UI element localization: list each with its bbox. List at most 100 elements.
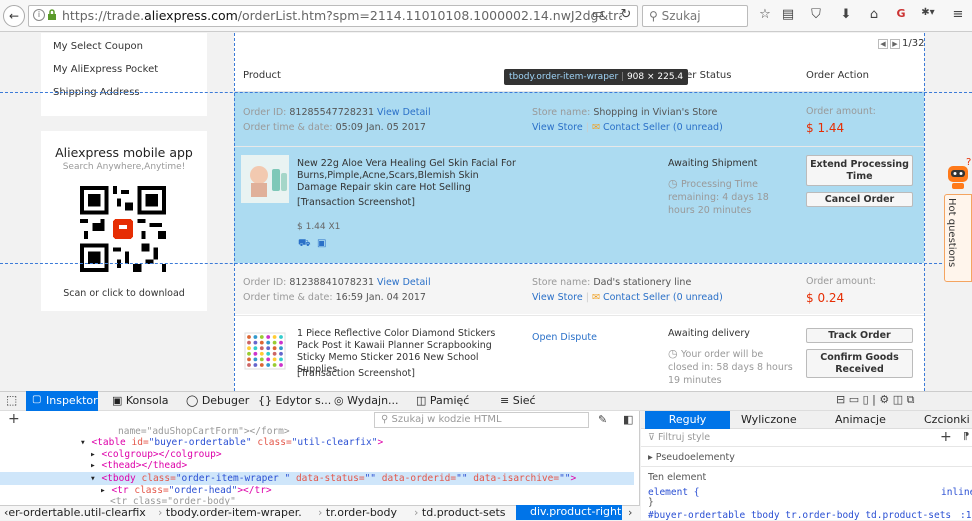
header-product: Product: [243, 70, 281, 81]
add-node-icon[interactable]: +: [8, 411, 20, 427]
transaction-screenshot-link[interactable]: [Transaction Screenshot]: [297, 197, 415, 208]
info-icon[interactable]: i: [33, 9, 45, 21]
code-line[interactable]: ▾ <table id="buyer-ordertable" class="ut…: [80, 437, 383, 448]
inspector-guide: [924, 33, 925, 391]
filter-styles-input[interactable]: ⊽ Filtruj style: [648, 432, 710, 443]
order-time: Order time & date: 16:59 Jan. 04 2017: [243, 292, 426, 303]
code-line-selected[interactable]: ▾ <tbody class="order-item-wraper " data…: [90, 473, 576, 484]
robot-icon[interactable]: ?: [944, 156, 972, 192]
open-dispute-link[interactable]: Open Dispute: [532, 332, 597, 343]
code-line[interactable]: ▸ <thead></thead>: [90, 460, 187, 471]
rule-selector[interactable]: #buyer-ordertable tbody tr.order-body td…: [648, 510, 958, 521]
toggle-sidebar-icon[interactable]: ◧: [623, 413, 633, 426]
tab-style-editor[interactable]: {} Edytor s...: [258, 394, 331, 407]
order-amount: $ 0.24: [806, 291, 845, 305]
extension-icon[interactable]: ✱▾: [920, 7, 936, 18]
scan-download-text[interactable]: Scan or click to download: [41, 288, 207, 299]
breadcrumb-item[interactable]: › tbody.order-item-wraper.: [158, 506, 302, 519]
sidebar-item-select-coupon[interactable]: My Select Coupon: [53, 41, 143, 52]
breadcrumb-item-current[interactable]: div.product-right: [516, 505, 622, 520]
reader-view-icon[interactable]: ▭: [590, 7, 606, 22]
qr-code[interactable]: [80, 186, 166, 272]
prev-page-button[interactable]: ◀: [878, 39, 888, 49]
svg-text:?: ?: [966, 157, 971, 168]
chevron-right-icon: ▸: [648, 452, 656, 463]
tab-rules[interactable]: Reguły: [645, 411, 730, 429]
network-icon: ≡: [500, 394, 513, 407]
code-line[interactable]: ▸ <tr class="order-head"></tr>: [100, 485, 272, 496]
search-icon: ⚲: [649, 9, 662, 23]
download-icon[interactable]: ⬇: [838, 7, 854, 22]
order-amount-label: Order amount:: [806, 106, 876, 117]
debugger-icon: ◯: [186, 394, 202, 407]
html-search-input[interactable]: ⚲ Szukaj w kodzie HTML: [374, 412, 589, 428]
view-store-link[interactable]: View Store: [532, 122, 583, 133]
pseudo-elements-toggle[interactable]: ▸ Pseudoelementy: [648, 452, 735, 463]
search-icon: ⚲: [381, 414, 392, 425]
breadcrumb-item[interactable]: ‹er-ordertable.util-clearfix: [4, 506, 146, 519]
rule-selector[interactable]: element {: [648, 487, 699, 498]
search-input[interactable]: ⚲ Szukaj: [642, 5, 748, 27]
inspector-guide: [0, 92, 972, 93]
code-line[interactable]: <tr class="order-body": [110, 496, 236, 505]
add-rule-icon[interactable]: +: [940, 429, 952, 445]
track-order-button[interactable]: Track Order: [806, 328, 913, 343]
order-status-detail: Your order will be closed in: 58 days 8 …: [668, 349, 793, 386]
performance-icon: ◎: [334, 394, 348, 407]
eyedropper-icon[interactable]: ✎: [598, 413, 607, 426]
cancel-order-button[interactable]: Cancel Order: [806, 192, 913, 207]
reload-icon[interactable]: ↻: [618, 7, 634, 22]
store-links: View Store | ✉ Contact Seller (0 unread): [532, 122, 723, 133]
toggle-classes-icon[interactable]: ⁋: [963, 431, 969, 442]
code-line[interactable]: name="aduShopCartForm"></form>: [118, 426, 290, 437]
devtools-layout-icons[interactable]: ⊟ ▭ ▯ | ⚙ ◫ ⧉: [836, 393, 914, 407]
tab-memory[interactable]: ◫ Pamięć: [416, 394, 469, 407]
tab-animations[interactable]: Animacje: [835, 413, 886, 426]
confirm-goods-received-button[interactable]: Confirm Goods Received: [806, 349, 913, 378]
chevron-right-icon[interactable]: ›: [628, 506, 632, 519]
next-page-button[interactable]: ▶: [890, 39, 900, 49]
order-id: Order ID: 81285547728231 View Detail: [243, 107, 431, 118]
pocket-icon[interactable]: ⛉: [808, 7, 824, 22]
url-text[interactable]: https://trade.aliexpress.com/orderList.h…: [62, 9, 622, 23]
hot-questions-label: Hot questions: [946, 198, 957, 268]
bookmark-star-icon[interactable]: ☆: [757, 7, 773, 22]
view-detail-link[interactable]: View Detail: [377, 277, 431, 288]
tab-performance[interactable]: ◎ Wydajn...: [334, 394, 399, 407]
contact-seller-link[interactable]: Contact Seller (0 unread): [603, 122, 723, 133]
this-element-label: Ten element: [648, 472, 707, 483]
view-store-link[interactable]: View Store: [532, 292, 583, 303]
product-thumbnail[interactable]: [241, 155, 289, 203]
pick-element-icon[interactable]: ⬚: [6, 393, 17, 407]
order-amount: $ 1.44: [806, 121, 845, 135]
tab-network[interactable]: ≡ Sieć: [500, 394, 536, 407]
breadcrumb-item[interactable]: › tr.order-body: [318, 506, 397, 519]
lock-icon: [48, 9, 56, 20]
order-time: Order time & date: 05:09 Jan. 05 2017: [243, 122, 426, 133]
code-line[interactable]: ▸ <colgroup></colgroup>: [90, 449, 222, 460]
page-indicator: 1/32: [902, 38, 925, 49]
rule-source[interactable]: :1: [960, 510, 971, 521]
tab-fonts[interactable]: Czcionki: [924, 413, 970, 426]
view-detail-link[interactable]: View Detail: [377, 107, 431, 118]
product-thumbnail[interactable]: [241, 327, 289, 375]
home-icon[interactable]: ⌂: [866, 7, 882, 22]
braces-icon: {}: [258, 394, 276, 407]
product-name-link[interactable]: New 22g Aloe Vera Healing Gel Skin Facia…: [297, 158, 519, 194]
menu-icon[interactable]: ≡: [950, 7, 966, 22]
contact-seller-link[interactable]: Contact Seller (0 unread): [603, 292, 723, 303]
mobile-app-subtitle: Search Anywhere,Anytime!: [62, 162, 186, 172]
tab-console[interactable]: ▣ Konsola: [112, 394, 169, 407]
tab-computed[interactable]: Wyliczone: [741, 413, 797, 426]
breadcrumb-item[interactable]: › td.product-sets: [414, 506, 506, 519]
sidebar-item-aliexpress-pocket[interactable]: My AliExpress Pocket: [53, 64, 158, 75]
rule-source[interactable]: inline: [941, 487, 972, 498]
order-head: [234, 264, 924, 314]
transaction-screenshot-link[interactable]: [Transaction Screenshot]: [297, 368, 415, 379]
tab-debugger[interactable]: ◯ Debuger: [186, 394, 249, 407]
extend-processing-time-button[interactable]: Extend Processing Time: [806, 155, 913, 186]
order-status: Awaiting delivery: [668, 328, 750, 339]
gmail-extension-icon[interactable]: G: [893, 7, 909, 20]
back-button[interactable]: ←: [3, 5, 25, 27]
bookmarks-list-icon[interactable]: ▤: [780, 7, 796, 22]
